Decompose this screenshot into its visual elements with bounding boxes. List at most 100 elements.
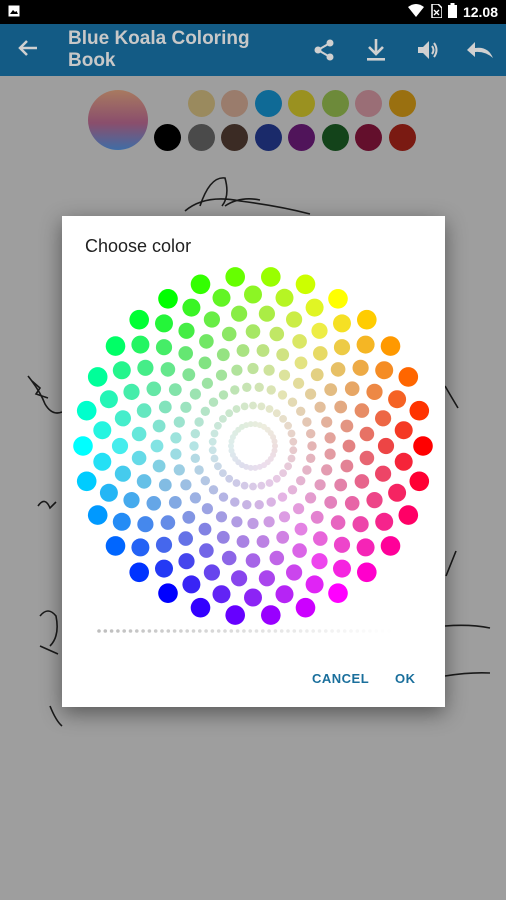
color-wheel-dot[interactable]	[394, 421, 413, 440]
color-wheel-dot[interactable]	[221, 326, 237, 342]
color-wheel-dot[interactable]	[201, 503, 213, 515]
color-wheel-dot[interactable]	[155, 559, 173, 578]
color-wheel-dot[interactable]	[375, 361, 394, 380]
palette-color-swatch[interactable]	[355, 90, 382, 117]
color-wheel-dot[interactable]	[310, 510, 324, 524]
color-wheel-dot[interactable]	[334, 400, 348, 414]
undo-button[interactable]	[454, 24, 506, 76]
palette-color-swatch[interactable]	[187, 124, 215, 151]
color-wheel-dot[interactable]	[200, 406, 210, 416]
color-wheel-dot[interactable]	[375, 465, 392, 482]
color-wheel-dot[interactable]	[277, 492, 288, 502]
color-wheel-dot[interactable]	[199, 543, 214, 558]
color-wheel-dot[interactable]	[170, 448, 182, 460]
color-wheel-dot[interactable]	[340, 419, 354, 433]
color-wheel-dot[interactable]	[294, 522, 308, 536]
color-wheel-dot[interactable]	[278, 511, 291, 523]
color-wheel-dot[interactable]	[232, 405, 241, 413]
color-wheel-dot[interactable]	[324, 496, 338, 509]
color-wheel-dot[interactable]	[272, 409, 281, 418]
color-wheel-dot[interactable]	[168, 383, 182, 396]
color-wheel-dot[interactable]	[293, 377, 305, 389]
color-wheel-dot[interactable]	[170, 432, 182, 444]
color-wheel-dot[interactable]	[276, 530, 290, 544]
palette-color-swatch[interactable]	[388, 90, 416, 117]
color-wheel-dot[interactable]	[380, 336, 401, 356]
color-wheel-dot[interactable]	[330, 362, 346, 377]
color-wheel-dot[interactable]	[289, 437, 298, 446]
color-wheel-dot[interactable]	[182, 298, 201, 317]
color-wheel-dot[interactable]	[76, 471, 97, 492]
color-wheel-dot[interactable]	[314, 401, 326, 413]
color-wheel-dot[interactable]	[310, 368, 324, 382]
color-wheel-dot[interactable]	[105, 336, 126, 356]
color-wheel-dot[interactable]	[201, 377, 213, 389]
color-wheel-dot[interactable]	[136, 474, 152, 489]
color-wheel-dot[interactable]	[244, 588, 262, 607]
color-wheel-dot[interactable]	[111, 437, 129, 455]
color-wheel-dot[interactable]	[258, 305, 275, 322]
color-wheel-dot[interactable]	[305, 575, 324, 594]
color-wheel-dot[interactable]	[333, 339, 351, 356]
color-wheel-dot[interactable]	[160, 515, 176, 530]
color-wheel-dot[interactable]	[287, 454, 296, 463]
color-wheel-dot[interactable]	[168, 496, 182, 509]
color-wheel-dot[interactable]	[137, 516, 154, 533]
ok-button[interactable]: OK	[395, 671, 416, 686]
color-wheel-dot[interactable]	[152, 419, 166, 433]
color-wheel-dot[interactable]	[225, 474, 234, 483]
share-button[interactable]	[298, 24, 350, 76]
color-wheel-dot[interactable]	[261, 605, 281, 625]
color-wheel-dot[interactable]	[240, 481, 249, 490]
color-wheel-dot[interactable]	[263, 364, 275, 376]
color-wheel-dot[interactable]	[215, 369, 228, 381]
color-wheel-dot[interactable]	[330, 515, 346, 530]
color-wheel-dot[interactable]	[208, 437, 217, 446]
color-wheel-dot[interactable]	[208, 485, 219, 495]
color-wheel-dot[interactable]	[278, 369, 291, 381]
color-wheel-dot[interactable]	[306, 453, 316, 463]
color-wheel-dot[interactable]	[198, 522, 212, 536]
color-wheel-dot[interactable]	[388, 390, 407, 409]
color-wheel-dot[interactable]	[279, 469, 287, 477]
color-wheel-dot[interactable]	[189, 441, 199, 451]
color-wheel-dot[interactable]	[306, 429, 316, 439]
color-wheel-dot[interactable]	[333, 559, 351, 578]
color-wheel-dot[interactable]	[247, 362, 259, 375]
color-wheel-dot[interactable]	[236, 535, 250, 548]
color-wheel-dot[interactable]	[178, 322, 195, 339]
color-wheel-dot[interactable]	[305, 388, 317, 400]
color-wheel-dot[interactable]	[324, 432, 336, 444]
color-wheel-dot[interactable]	[279, 415, 287, 423]
color-wheel-dot[interactable]	[210, 429, 219, 438]
color-wheel-dot[interactable]	[375, 410, 392, 427]
color-wheel-dot[interactable]	[354, 403, 370, 418]
color-wheel-dot[interactable]	[313, 531, 328, 546]
color-wheel-dot[interactable]	[324, 448, 336, 460]
color-wheel-dot[interactable]	[328, 289, 348, 309]
color-wheel-dot[interactable]	[231, 570, 248, 587]
color-wheel-dot[interactable]	[242, 382, 252, 392]
color-wheel-dot[interactable]	[210, 454, 219, 463]
color-wheel-dot[interactable]	[212, 585, 231, 604]
palette-color-swatch[interactable]	[221, 90, 248, 117]
color-wheel-dot[interactable]	[158, 400, 172, 414]
lightness-slider[interactable]	[96, 628, 400, 634]
color-wheel-dot[interactable]	[398, 505, 419, 525]
color-wheel-dot[interactable]	[257, 402, 266, 411]
color-wheel-dot[interactable]	[296, 476, 306, 486]
color-wheel-dot[interactable]	[247, 517, 259, 530]
color-wheel-dot[interactable]	[311, 553, 328, 570]
color-wheel-dot[interactable]	[131, 335, 150, 354]
color-wheel-dot[interactable]	[245, 553, 261, 568]
color-wheel-dot[interactable]	[178, 346, 193, 361]
color-wheel-dot[interactable]	[131, 426, 147, 442]
color-wheel-dot[interactable]	[342, 439, 356, 453]
cancel-button[interactable]: CANCEL	[312, 671, 369, 686]
palette-color-swatch[interactable]	[254, 90, 282, 117]
color-wheel-dot[interactable]	[292, 334, 307, 349]
color-wheel-dot[interactable]	[123, 492, 140, 509]
color-wheel-dot[interactable]	[87, 505, 108, 525]
color-wheel-dot[interactable]	[366, 383, 383, 400]
color-wheel-dot[interactable]	[245, 324, 261, 339]
